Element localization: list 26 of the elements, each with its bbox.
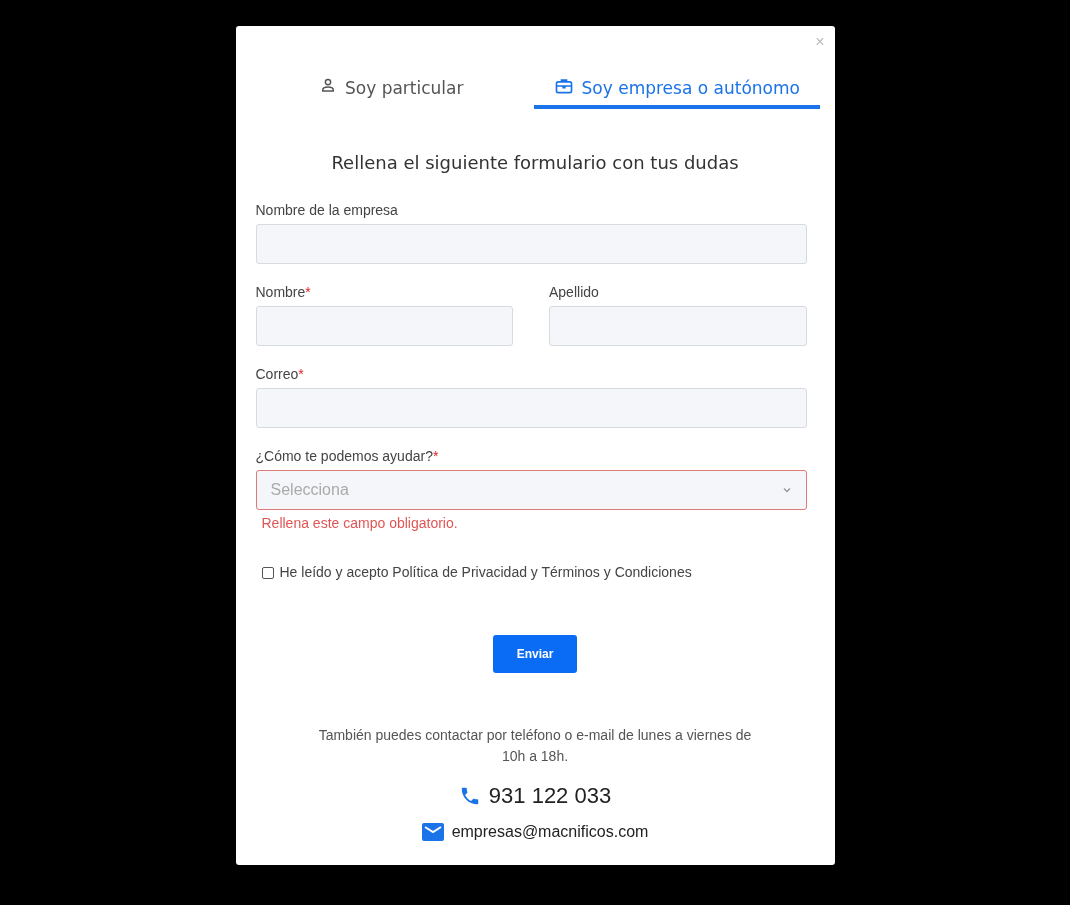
input-field[interactable] xyxy=(255,224,807,264)
tab[interactable]: Soy particular xyxy=(248,66,534,109)
phone-number: 931 122 033 xyxy=(488,782,612,810)
input-field[interactable] xyxy=(255,306,513,346)
field-label: Correo xyxy=(255,366,299,382)
submit-button[interactable]: Enviar xyxy=(493,635,577,673)
field-label: Apellido xyxy=(549,284,599,300)
consent-label: He leído y acepto Política de Privacidad y Términos y Condiciones xyxy=(279,563,692,582)
briefcase-icon xyxy=(553,76,574,96)
required-mark: * xyxy=(305,284,311,300)
required-mark: * xyxy=(432,448,439,464)
contact-note: También puedes contactar por teléfono o e-mail de lunes a viernes de 10h a 18h. xyxy=(317,726,753,766)
email-address: empresas@macnificos.com xyxy=(451,822,649,842)
chevron-icon xyxy=(781,485,792,495)
person-icon xyxy=(319,76,337,94)
error-message: Rellena este campo obligatorio. xyxy=(261,514,459,533)
input-field[interactable] xyxy=(255,388,807,428)
mail-icon xyxy=(421,823,444,841)
tab[interactable]: Soy empresa o autónomo xyxy=(534,66,820,109)
checkbox[interactable] xyxy=(261,566,274,579)
field-label: ¿Cómo te podemos ayudar? xyxy=(255,448,433,464)
form-heading: Rellena el siguiente formulario con tus dudas xyxy=(330,151,740,175)
input-field[interactable] xyxy=(549,306,807,346)
field-label: Nombre xyxy=(255,284,306,300)
required-mark: * xyxy=(298,366,304,382)
field-label: Nombre de la empresa xyxy=(255,202,398,218)
